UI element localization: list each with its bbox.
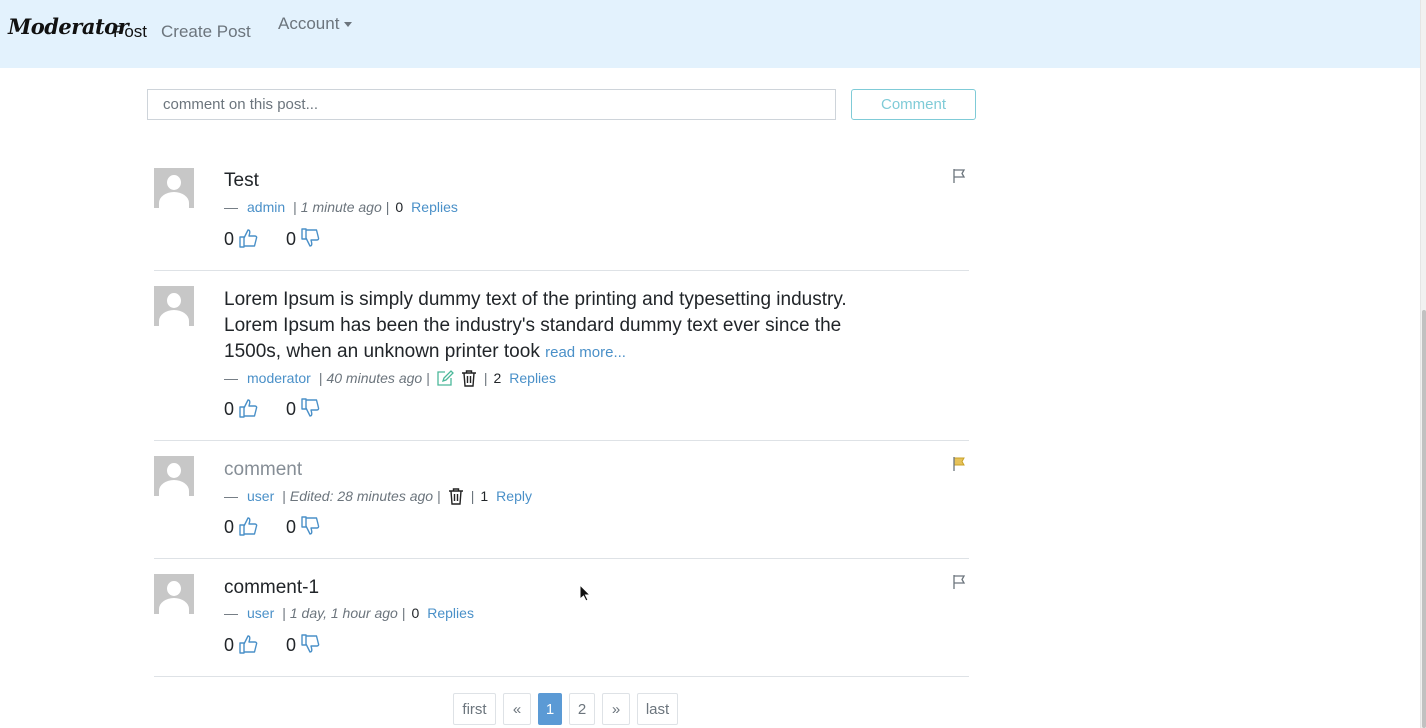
like-count: 0: [224, 229, 235, 249]
comment-text: comment: [224, 459, 303, 480]
page-prev-button[interactable]: «: [503, 693, 531, 725]
comment-time: 1 minute ago: [300, 199, 382, 215]
comment-item: comment — user | Edited: 28 minutes ago …: [154, 456, 969, 559]
separator: |: [483, 370, 488, 386]
thumbs-down-icon[interactable]: [300, 516, 320, 536]
comment-button[interactable]: Comment: [851, 89, 976, 120]
comment-time: 1 day, 1 hour ago: [289, 605, 398, 621]
flag-icon[interactable]: [952, 574, 966, 590]
separator: |: [426, 370, 430, 386]
nav-account-dropdown[interactable]: Account: [278, 14, 353, 34]
scrollbar-thumb[interactable]: [1422, 310, 1426, 728]
comment-body: Lorem Ipsum is simply dummy text of the …: [224, 289, 847, 362]
comment-input[interactable]: [147, 89, 836, 120]
replies-link[interactable]: Replies: [427, 605, 474, 621]
avatar: [154, 286, 194, 326]
thumbs-up-icon[interactable]: [238, 228, 258, 248]
flag-icon[interactable]: [952, 456, 966, 472]
meta-dash: —: [224, 605, 238, 621]
dislike-count: 0: [286, 229, 297, 249]
comment-text: comment-1: [224, 577, 320, 598]
comment-item: Test — admin | 1 minute ago | 0 Replies …: [154, 168, 969, 271]
like-count: 0: [224, 399, 235, 419]
account-label: Account: [278, 14, 340, 33]
thumbs-up-icon[interactable]: [238, 634, 258, 654]
read-more-link[interactable]: read more...: [545, 344, 626, 361]
navbar: Moderator Post Create Post Account: [0, 0, 1420, 68]
mouse-cursor-icon: [579, 584, 591, 602]
avatar: [154, 168, 194, 208]
caret-down-icon: [344, 22, 353, 28]
vote-controls: 0 0: [224, 516, 348, 536]
thumbs-up-icon[interactable]: [238, 516, 258, 536]
flag-icon[interactable]: [952, 168, 966, 184]
thumbs-down-icon[interactable]: [300, 634, 320, 654]
comment-text: Lorem Ipsum is simply dummy text of the …: [224, 287, 884, 366]
edit-icon[interactable]: [437, 369, 455, 387]
meta-dash: —: [224, 370, 238, 386]
like-count: 0: [224, 517, 235, 537]
page-1-button[interactable]: 1: [538, 693, 562, 725]
brand-logo[interactable]: Moderator: [8, 14, 129, 39]
like-count: 0: [224, 635, 235, 655]
meta-dash: —: [224, 199, 238, 215]
dislike-count: 0: [286, 399, 297, 419]
separator: |: [385, 199, 390, 215]
separator: |: [282, 488, 286, 504]
comment-text: Test: [224, 170, 259, 191]
page-last-button[interactable]: last: [637, 693, 678, 725]
reply-count: 0: [411, 605, 420, 621]
comment-meta: — admin | 1 minute ago | 0 Replies: [224, 199, 458, 215]
separator: |: [293, 199, 297, 215]
pagination: first « 1 2 » last: [453, 693, 685, 725]
comment-item: comment-1 — user | 1 day, 1 hour ago | 0…: [154, 574, 969, 677]
dislike-count: 0: [286, 517, 297, 537]
comment-time: Edited: 28 minutes ago: [289, 488, 434, 504]
vote-controls: 0 0: [224, 228, 348, 248]
comment-time: 40 minutes ago: [326, 370, 423, 386]
dislike-count: 0: [286, 635, 297, 655]
separator: |: [318, 370, 323, 386]
replies-link[interactable]: Replies: [509, 370, 556, 386]
comment-author-link[interactable]: moderator: [247, 370, 311, 386]
separator: |: [282, 605, 286, 621]
reply-count: 2: [493, 370, 502, 386]
meta-dash: —: [224, 488, 238, 504]
replies-link[interactable]: Replies: [411, 199, 458, 215]
trash-icon[interactable]: [448, 487, 464, 505]
avatar: [154, 456, 194, 496]
thumbs-up-icon[interactable]: [238, 398, 258, 418]
comment-author-link[interactable]: admin: [247, 199, 285, 215]
page-next-button[interactable]: »: [602, 693, 630, 725]
nav-post-link[interactable]: Post: [113, 22, 147, 42]
comment-meta: — user | Edited: 28 minutes ago | | 1 Re…: [224, 487, 532, 505]
separator: |: [401, 605, 406, 621]
page-2-button[interactable]: 2: [569, 693, 595, 725]
nav-create-post-link[interactable]: Create Post: [161, 22, 251, 42]
avatar: [154, 574, 194, 614]
reply-count: 0: [395, 199, 404, 215]
thumbs-down-icon[interactable]: [300, 228, 320, 248]
reply-count: 1: [480, 488, 489, 504]
comment-meta: — user | 1 day, 1 hour ago | 0 Replies: [224, 605, 474, 621]
comment-author-link[interactable]: user: [247, 605, 274, 621]
separator: |: [437, 488, 441, 504]
vote-controls: 0 0: [224, 398, 348, 418]
comment-item: Lorem Ipsum is simply dummy text of the …: [154, 286, 969, 441]
reply-link[interactable]: Reply: [496, 488, 532, 504]
comment-meta: — moderator | 40 minutes ago | | 2 Repli…: [224, 369, 556, 387]
vote-controls: 0 0: [224, 634, 348, 654]
separator: |: [470, 488, 475, 504]
comment-author-link[interactable]: user: [247, 488, 274, 504]
thumbs-down-icon[interactable]: [300, 398, 320, 418]
page-first-button[interactable]: first: [453, 693, 496, 725]
trash-icon[interactable]: [461, 369, 477, 387]
